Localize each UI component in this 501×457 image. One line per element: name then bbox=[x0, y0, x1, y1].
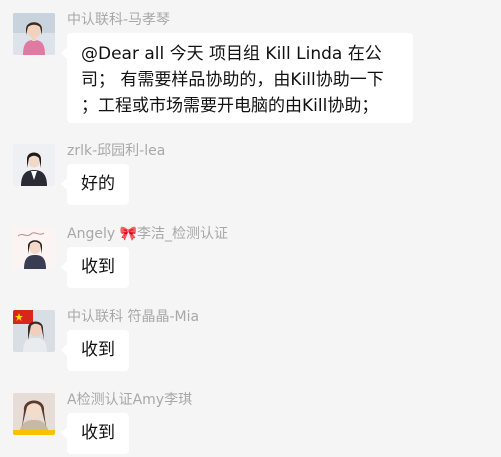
sender-name: 中认联科 符晶晶-Mia bbox=[67, 309, 200, 325]
bow-emoji: 🎀 bbox=[119, 226, 138, 242]
sender-name: zrlk-邱园利-lea bbox=[67, 143, 166, 159]
sender-avatar[interactable] bbox=[13, 144, 55, 186]
message-text: 收到 bbox=[81, 423, 115, 443]
message-bubble[interactable]: 收到 bbox=[61, 413, 129, 454]
china-flag-portrait-avatar bbox=[13, 310, 55, 352]
woman-portrait-pink-avatar bbox=[13, 13, 55, 55]
message-bubble[interactable]: 收到 bbox=[61, 247, 129, 288]
message-text: 好的 bbox=[81, 174, 115, 194]
sender-name-prefix: Angely bbox=[67, 226, 116, 242]
sender-avatar[interactable] bbox=[13, 393, 55, 435]
message-bubble[interactable]: 收到 bbox=[61, 330, 129, 371]
woman-portrait-dark-suit-avatar bbox=[13, 144, 55, 186]
sender-name: Angely 🎀李洁_检测认证 bbox=[67, 223, 228, 243]
sender-name-suffix: 李洁_检测认证 bbox=[137, 226, 229, 242]
sender-avatar[interactable] bbox=[13, 227, 55, 269]
girl-portrait-avatar bbox=[13, 393, 55, 435]
message-text: 收到 bbox=[81, 257, 115, 277]
sender-avatar[interactable] bbox=[13, 310, 55, 352]
message-bubble[interactable]: 好的 bbox=[61, 164, 129, 205]
sender-name: 中认联科-马孝琴 bbox=[67, 12, 171, 28]
sender-name: A检测认证Amy李琪 bbox=[67, 392, 193, 408]
sender-avatar[interactable] bbox=[13, 13, 55, 55]
woman-sample-sketch-avatar bbox=[13, 227, 55, 269]
message-bubble[interactable]: @Dear all 今天 项目组 Kill Linda 在公 司； 有需要样品协… bbox=[61, 33, 413, 123]
message-text-line: 司； 有需要样品协助的，由Kill协助一下 bbox=[81, 70, 384, 90]
message-text-line: @Dear all 今天 项目组 Kill Linda 在公 bbox=[81, 44, 382, 64]
message-text-line: ；工程或市场需要开电脑的由Kill协助； bbox=[81, 96, 379, 116]
message-text: 收到 bbox=[81, 340, 115, 360]
